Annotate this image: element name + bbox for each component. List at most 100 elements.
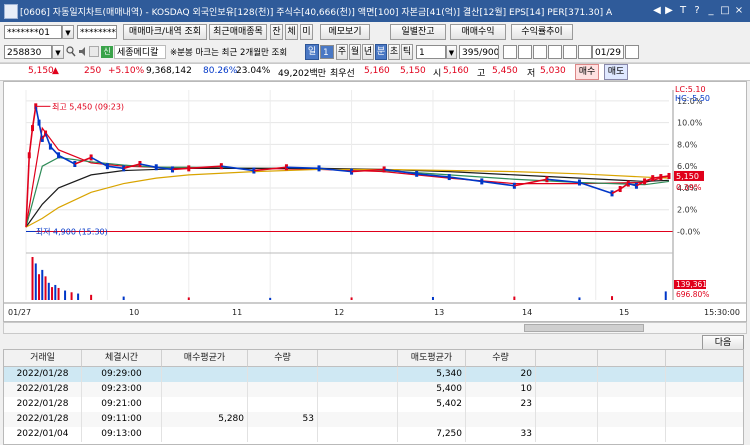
trade-amount: 49,202백만 (278, 69, 327, 79)
table-cell: 53 (248, 412, 318, 427)
table-cell (536, 412, 598, 427)
table-row[interactable]: 2022/01/04 09:13:00 7,250 33 (4, 427, 743, 442)
volume-label: 139,361 (676, 280, 707, 289)
open-label: 시 (433, 69, 442, 79)
maximize-icon[interactable]: □ (720, 4, 730, 17)
price-segment (449, 176, 482, 183)
volume-bar (513, 296, 516, 300)
period-minute-tab[interactable]: 분 (375, 44, 387, 60)
profit-trend-button[interactable]: 수익률추이 (511, 24, 573, 40)
option-icon[interactable] (89, 46, 99, 57)
table-cell (598, 382, 666, 397)
price-segment (31, 106, 37, 129)
zoom-in-icon[interactable] (518, 45, 532, 59)
close-icon[interactable]: × (734, 4, 744, 17)
day-value-input[interactable]: 1 (320, 45, 334, 59)
executed-button[interactable]: 체 (285, 24, 298, 40)
unfilled-button[interactable]: 미 (300, 24, 313, 40)
x-tick-label: 13 (434, 308, 444, 317)
trade-profit-button[interactable]: 매매수익 (450, 24, 506, 40)
period-tick-tab[interactable]: 틱 (401, 44, 413, 60)
table-cell: 09:13:00 (82, 427, 162, 442)
column-header[interactable]: 매도평균가 (398, 350, 466, 367)
stock-code-input[interactable]: 258830 (4, 45, 52, 59)
calendar-icon[interactable] (625, 45, 639, 59)
period-year-tab[interactable]: 년 (362, 44, 374, 60)
table-row[interactable]: 2022/01/28 09:21:00 5,402 23 (4, 397, 743, 412)
table-cell: 10 (466, 382, 536, 397)
table-cell (598, 397, 666, 412)
minute-value-select[interactable]: 1 (416, 45, 446, 59)
column-header[interactable] (666, 350, 743, 367)
next-icon[interactable]: ▶ (664, 4, 674, 17)
period-week-tab[interactable]: 주 (336, 44, 348, 60)
date-checkbox[interactable] (578, 45, 592, 59)
volume-bar (90, 294, 93, 300)
column-header[interactable]: 거래일 (4, 350, 82, 367)
table-cell (666, 427, 743, 442)
settings-icon[interactable] (533, 45, 547, 59)
table-cell: 09:21:00 (82, 397, 162, 412)
speaker-icon[interactable] (78, 46, 88, 57)
table-cell (248, 382, 318, 397)
minimize-icon[interactable]: _ (706, 4, 716, 17)
y-tick-label: -0.0% (677, 227, 701, 236)
best-ask-label: 최우선 (330, 69, 355, 79)
scrollbar-thumb[interactable] (524, 324, 644, 332)
column-header[interactable]: 수량 (466, 350, 536, 367)
table-cell: 20 (466, 367, 536, 382)
volume-bar (122, 296, 125, 300)
date-input[interactable]: 01/29 (592, 45, 624, 59)
trade-history-table: 거래일 체결시간 매수평균가 수량 매도평균가 수량 2022/01/28 09:29:00… (3, 349, 744, 445)
table-cell (162, 397, 248, 412)
save-icon[interactable] (548, 45, 562, 59)
chart-canvas[interactable]: 12.0%10.0%8.0%6.0%4.0%2.0%-0.0%최고 5,450 … (4, 82, 746, 321)
column-header[interactable]: 매수평균가 (162, 350, 248, 367)
table-cell (598, 427, 666, 442)
column-header[interactable] (598, 350, 666, 367)
buy-button[interactable]: 매수 (575, 64, 599, 80)
sell-button[interactable]: 매도 (604, 64, 628, 80)
account-input[interactable]: *******01 (4, 25, 62, 39)
table-row[interactable]: 2022/01/28 09:29:00 5,340 20 (4, 367, 743, 382)
chart-toolbar: 258830 ▼ 신 세종메디칼 ※분봉 마크는 최근 2개월만 조회 일 1 … (0, 42, 750, 63)
column-header[interactable] (536, 350, 598, 367)
column-header[interactable]: 체결시간 (82, 350, 162, 367)
x-tick-label: 14 (522, 308, 532, 317)
period-month-tab[interactable]: 월 (349, 44, 361, 60)
daily-balance-button[interactable]: 일별잔고 (390, 24, 446, 40)
price-chart[interactable]: 12.0% 10.0% 8.0% 6.0% 4.0% 2.0% -0.0% 최고 5,450 … (3, 81, 747, 322)
volume-bar (41, 269, 44, 300)
table-row[interactable]: 2022/01/28 09:11:00 5,280 53 (4, 412, 743, 427)
zoom-out-icon[interactable] (503, 45, 517, 59)
balance-button[interactable]: 잔 (270, 24, 283, 40)
period-day-tab[interactable]: 일 (305, 44, 319, 60)
up-arrow-icon: ▲ (52, 66, 59, 76)
current-price-label: 5,150 (676, 172, 699, 181)
account-dropdown-icon[interactable]: ▼ (62, 25, 74, 39)
data-count-input[interactable]: 395/900 (459, 45, 499, 59)
text-icon[interactable]: T (678, 4, 688, 17)
volume-bar (57, 287, 60, 300)
recent-trades-button[interactable]: 최근매매종목 (209, 24, 267, 40)
period-second-tab[interactable]: 초 (388, 44, 400, 60)
best-ask: 5,160 (364, 66, 390, 76)
memo-button[interactable]: 메모보기 (320, 24, 370, 40)
chart-scrollbar[interactable] (3, 322, 747, 334)
print-icon[interactable] (563, 45, 577, 59)
table-cell (598, 367, 666, 382)
trade-mark-button[interactable]: 매매마크/내역 조회 (123, 24, 207, 40)
table-cell: 5,400 (398, 382, 466, 397)
table-row[interactable]: 2022/01/28 09:23:00 5,400 10 (4, 382, 743, 397)
table-cell (162, 382, 248, 397)
table-cell (318, 427, 398, 442)
search-icon[interactable] (66, 46, 76, 57)
minute-dropdown-icon[interactable]: ▼ (446, 45, 457, 59)
password-input[interactable]: ******** (77, 25, 117, 39)
column-header[interactable]: 수량 (248, 350, 318, 367)
volume-bar (47, 282, 50, 300)
help-icon[interactable]: ? (692, 4, 702, 17)
code-dropdown-icon[interactable]: ▼ (52, 45, 64, 59)
prev-icon[interactable]: ◀ (652, 4, 662, 17)
column-header[interactable] (318, 350, 398, 367)
